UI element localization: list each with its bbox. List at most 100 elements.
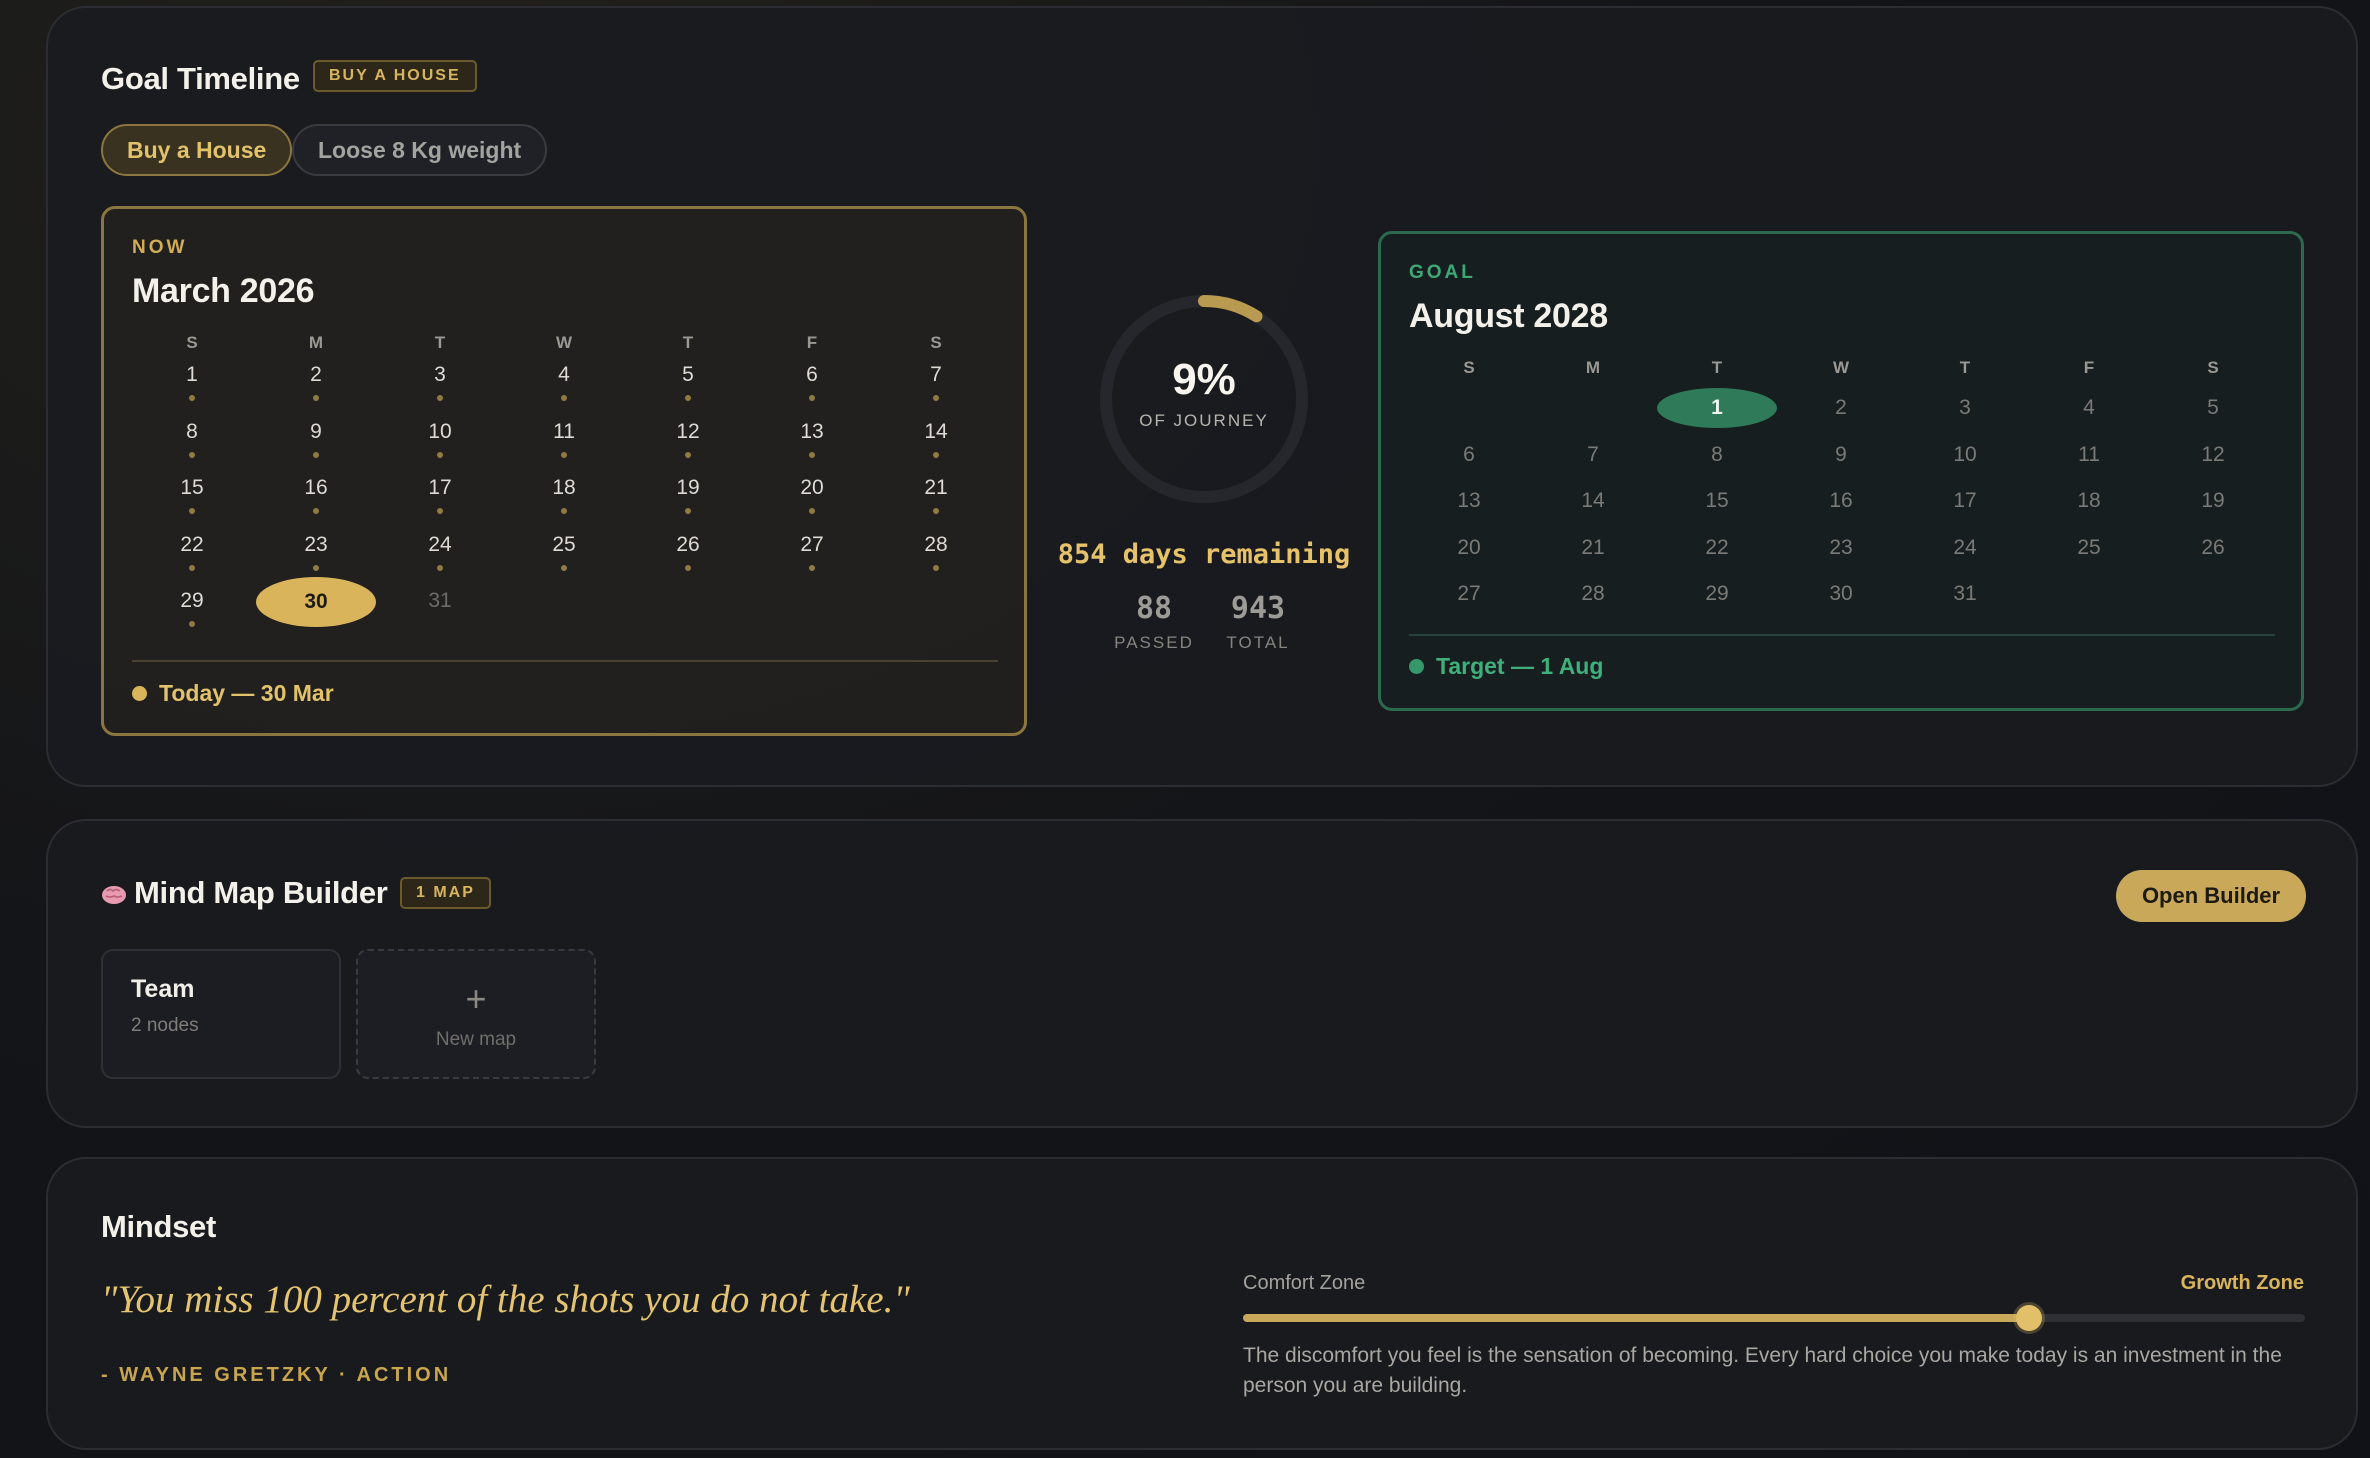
calendar-day[interactable]: 3: [1903, 396, 2027, 420]
today-highlight[interactable]: 30: [254, 577, 378, 627]
day-dot: [189, 564, 195, 571]
passed-value: 88: [1135, 591, 1173, 626]
day-number: 18: [2077, 489, 2101, 512]
calendar-day[interactable]: 19: [2151, 489, 2275, 513]
calendar-day[interactable]: 21: [874, 476, 998, 514]
total-label: TOTAL: [1226, 633, 1290, 652]
calendar-day[interactable]: 23: [254, 533, 378, 571]
calendar-day[interactable]: 12: [626, 420, 750, 458]
weekday-header: W: [1832, 358, 1850, 377]
day-dot: [685, 564, 691, 571]
calendar-day[interactable]: 2: [1779, 396, 1903, 420]
calendar-day[interactable]: 27: [750, 533, 874, 571]
tab-loose-weight[interactable]: Loose 8 Kg weight: [292, 124, 548, 176]
calendar-day[interactable]: 18: [502, 476, 626, 514]
calendar-day[interactable]: 15: [1655, 489, 1779, 513]
day-number: 8: [1711, 442, 1723, 466]
zone-slider-thumb[interactable]: [2015, 1305, 2042, 1331]
calendar-day[interactable]: 15: [130, 476, 254, 514]
calendar-day[interactable]: 10: [1903, 443, 2027, 467]
calendar-day[interactable]: 16: [1779, 489, 1903, 513]
calendar-day[interactable]: 9: [254, 420, 378, 458]
calendar-day[interactable]: 3: [378, 363, 502, 401]
calendar-day[interactable]: 11: [502, 420, 626, 458]
calendar-day[interactable]: 23: [1779, 536, 1903, 560]
weekday-header: S: [1463, 358, 1475, 377]
open-builder-button[interactable]: Open Builder: [2116, 870, 2306, 922]
calendar-day[interactable]: 4: [2027, 396, 2151, 420]
now-eyebrow: NOW: [132, 237, 188, 258]
calendar-day[interactable]: 18: [2027, 489, 2151, 513]
calendar-day[interactable]: 20: [750, 476, 874, 514]
calendar-day[interactable]: 7: [1531, 443, 1655, 467]
calendar-day[interactable]: 6: [750, 363, 874, 401]
calendar-day[interactable]: 5: [626, 363, 750, 401]
brain-icon: [101, 881, 127, 907]
calendar-day[interactable]: 10: [378, 420, 502, 458]
calendar-day[interactable]: 11: [2027, 443, 2151, 467]
calendar-day[interactable]: 8: [1655, 443, 1779, 467]
calendar-day[interactable]: 26: [626, 533, 750, 571]
day-number: 10: [1953, 442, 1977, 466]
calendar-day[interactable]: 14: [874, 420, 998, 458]
weekday-header: T: [1711, 358, 1723, 377]
day-number: 9: [1835, 442, 1847, 466]
day-number: 23: [304, 532, 328, 556]
calendar-day[interactable]: 25: [2027, 536, 2151, 560]
journey-progress-ring: 9% OF JOURNEY: [1098, 293, 1310, 505]
calendar-day[interactable]: 24: [378, 533, 502, 571]
new-map-button[interactable]: + New map: [356, 949, 596, 1079]
calendar-day[interactable]: 25: [502, 533, 626, 571]
calendar-day[interactable]: 5: [2151, 396, 2275, 420]
day-dot: [189, 451, 195, 458]
calendar-day[interactable]: 17: [378, 476, 502, 514]
calendar-day[interactable]: 13: [1407, 489, 1531, 513]
zone-slider[interactable]: [1243, 1305, 2305, 1331]
calendar-day[interactable]: 24: [1903, 536, 2027, 560]
tab-buy-a-house[interactable]: Buy a House: [101, 124, 293, 176]
calendar-day[interactable]: 22: [130, 533, 254, 571]
calendar-day[interactable]: 31: [378, 589, 502, 613]
calendar-day[interactable]: 12: [2151, 443, 2275, 467]
calendar-day[interactable]: 29: [1655, 582, 1779, 606]
day-dot: [437, 451, 443, 458]
calendar-day[interactable]: 7: [874, 363, 998, 401]
calendar-day[interactable]: 31: [1903, 582, 2027, 606]
map-card-team[interactable]: Team 2 nodes: [101, 949, 341, 1079]
calendar-day[interactable]: 6: [1407, 443, 1531, 467]
weekday-header: F: [806, 333, 818, 352]
day-number: 4: [558, 363, 570, 386]
day-dot: [933, 564, 939, 571]
calendar-day[interactable]: 2: [254, 363, 378, 401]
day-number: 11: [2078, 442, 2100, 466]
calendar-day[interactable]: 14: [1531, 489, 1655, 513]
calendar-day[interactable]: 27: [1407, 582, 1531, 606]
day-number: 14: [924, 419, 948, 443]
calendar-day[interactable]: 17: [1903, 489, 2027, 513]
calendar-day[interactable]: 8: [130, 420, 254, 458]
calendar-day[interactable]: 9: [1779, 443, 1903, 467]
calendar-day[interactable]: 26: [2151, 536, 2275, 560]
calendar-day[interactable]: 1: [130, 363, 254, 401]
goal-divider: [1409, 634, 2275, 636]
day-number: 16: [1829, 489, 1853, 512]
calendar-day[interactable]: 22: [1655, 536, 1779, 560]
day-number: 20: [800, 476, 824, 499]
calendar-day[interactable]: 19: [626, 476, 750, 514]
day-dot: [561, 508, 567, 514]
calendar-day[interactable]: 20: [1407, 536, 1531, 560]
calendar-day[interactable]: 30: [1779, 582, 1903, 606]
target-highlight[interactable]: 1: [1655, 388, 1779, 428]
quote-author: - WAYNE GRETZKY · ACTION: [101, 1364, 452, 1386]
calendar-day[interactable]: 4: [502, 363, 626, 401]
comfort-zone-label: Comfort Zone: [1243, 1272, 1366, 1294]
calendar-day[interactable]: 21: [1531, 536, 1655, 560]
calendar-day[interactable]: 28: [874, 533, 998, 571]
calendar-day[interactable]: 28: [1531, 582, 1655, 606]
calendar-day[interactable]: 13: [750, 420, 874, 458]
map-count-badge: 1 MAP: [400, 877, 491, 909]
day-number: 21: [1581, 535, 1605, 559]
day-dot: [189, 621, 195, 627]
calendar-day[interactable]: 16: [254, 476, 378, 514]
calendar-day[interactable]: 29: [130, 589, 254, 627]
